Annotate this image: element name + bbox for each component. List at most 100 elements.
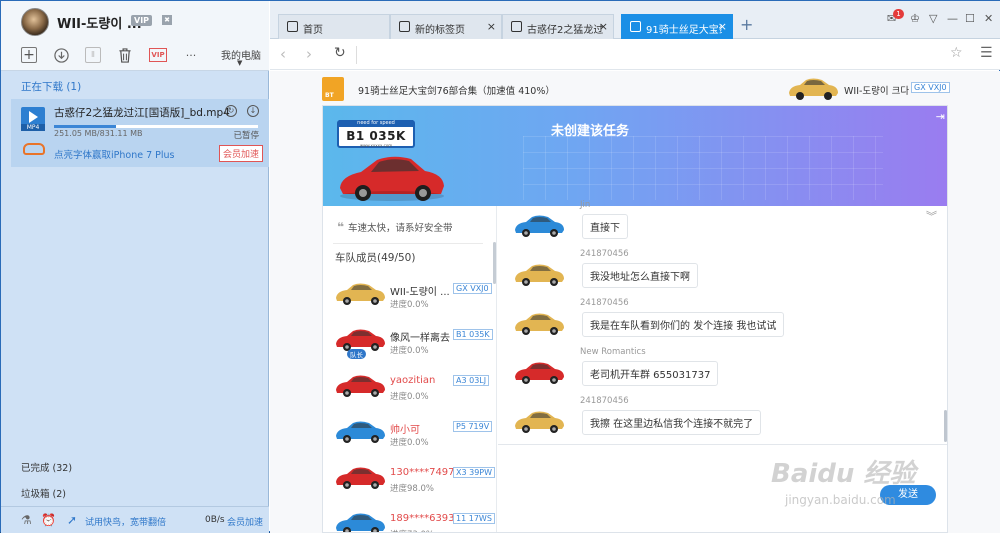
pause-button[interactable]: Ⅱ — [85, 47, 101, 63]
banner-title: 未创建该任务 — [551, 124, 630, 139]
vip-speedup-button[interactable]: 会员加速 — [218, 145, 263, 162]
member-progress: 进度73.0% — [390, 528, 434, 532]
message-sender: 241870456 — [580, 298, 629, 308]
delete-button[interactable] — [115, 45, 135, 65]
more-button[interactable]: ··· — [181, 45, 201, 65]
my-name: WII-도량이 크다 — [844, 86, 910, 97]
tab-fleet[interactable]: 91骑士丝足大宝剑... × — [621, 14, 733, 39]
new-tab-button[interactable]: + — [740, 15, 753, 34]
flask-icon[interactable]: ⚗ — [21, 513, 32, 527]
car-icon — [511, 21, 522, 32]
member-item[interactable]: yaozitian A3 03LJ 进度0.0% — [333, 368, 495, 414]
dropdown-icon[interactable]: ▽ — [929, 12, 937, 25]
member-name: 130****7497 — [390, 467, 455, 478]
member-name: yaozitian — [390, 375, 436, 386]
license-plate: need for speed B1 035K www.xxxxx.com — [337, 120, 415, 148]
member-car-icon — [333, 280, 387, 309]
tab-bar: 首页 新的标签页 × 古惑仔2之猛龙过... × 91骑士丝足大宝剑... × … — [270, 1, 1000, 39]
new-task-button[interactable]: + — [21, 47, 37, 63]
message-bubble: 直接下 — [582, 214, 628, 239]
task-title: 91骑士丝足大宝剑76部合集（加速值 410%） — [358, 86, 555, 97]
refresh-button[interactable]: ↻ — [334, 45, 346, 61]
vip-badge: VIP — [131, 15, 153, 26]
forward-button[interactable]: › — [306, 45, 312, 63]
minimize-button[interactable]: — — [947, 12, 958, 25]
user-header: WII-도량이 ... VIP ✖ + Ⅱ VIP ··· 我的电脑 ▼ — [1, 1, 269, 71]
play-icon[interactable]: ↻ — [225, 105, 237, 117]
member-progress: 进度0.0% — [390, 438, 429, 448]
shirt-icon[interactable]: ♔ — [910, 12, 920, 25]
download-item[interactable]: MP4 古惑仔2之猛龙过江[国语版]_bd.mp4 ↻ ↓ 251.05 MB/… — [11, 99, 269, 167]
mail-badge: 1 — [893, 9, 904, 19]
seatbelt-tip: ❝ 车速太快，请系好安全带 — [337, 220, 453, 234]
promo-link[interactable]: 点亮字体赢取iPhone 7 Plus — [54, 147, 175, 161]
back-button[interactable]: ‹ — [280, 45, 286, 63]
member-item[interactable]: 189****639311 17WS 进度73.0% — [333, 506, 495, 532]
member-item[interactable]: 队长 像风一样离去 B1 035K 进度0.0% — [333, 322, 495, 368]
close-icon[interactable]: × — [599, 20, 608, 33]
member-item[interactable]: WII-도량이 ... GX VXJ0 进度0.0% — [333, 276, 495, 322]
close-icon[interactable]: × — [718, 20, 727, 33]
chat-message: Jin 直接下 — [508, 200, 928, 248]
file-size: 251.05 MB/831.11 MB — [54, 129, 143, 138]
app-window: WII-도량이 ... VIP ✖ + Ⅱ VIP ··· 我的电脑 ▼ 正在下… — [0, 0, 1000, 533]
chat-scrollbar[interactable] — [944, 410, 947, 442]
page-icon — [399, 21, 410, 32]
user-name[interactable]: WII-도량이 ... — [57, 13, 142, 32]
url-input[interactable] — [356, 46, 956, 64]
alarm-icon[interactable]: ⏰ — [41, 513, 56, 527]
download-progress-bar — [54, 125, 258, 128]
vip-button[interactable]: VIP — [149, 48, 167, 62]
fleet-banner: 未创建该任务 ⇥ need for speed B1 035K www.xxxx… — [323, 106, 947, 207]
red-car-image — [337, 150, 447, 207]
sender-car-icon — [512, 261, 566, 290]
sender-car-icon — [512, 212, 566, 241]
quote-icon: ❝ — [337, 220, 345, 234]
vip-speedup-link[interactable]: 会员加速 — [227, 515, 263, 528]
bookmark-star-icon[interactable]: ☆ — [950, 45, 963, 61]
download-resume-icon[interactable]: ↓ — [247, 105, 259, 117]
car-icon — [23, 143, 45, 155]
member-plate: P5 719V — [453, 421, 493, 432]
leader-badge: 队长 — [347, 349, 366, 359]
download-icon — [53, 47, 69, 63]
close-icon[interactable]: × — [487, 20, 496, 33]
message-bubble: 我是在车队看到你们的 发个连接 我也试试 — [582, 312, 785, 337]
message-bubble: 老司机开车群 655031737 — [582, 361, 719, 386]
chat-message: 241870456 我擦 在这里边私信我个连接不就完了 — [508, 396, 928, 444]
tab-new[interactable]: 新的标签页 × — [390, 14, 502, 39]
chat-message: 241870456 我没地址怎么直接下啊 — [508, 249, 928, 297]
member-progress: 进度98.0% — [390, 484, 435, 494]
trash-item[interactable]: 垃圾箱 (2) — [21, 486, 66, 500]
message-sender: 241870456 — [580, 396, 629, 406]
maximize-button[interactable]: ☐ — [965, 12, 975, 25]
downloading-header[interactable]: 正在下载 (1) — [1, 73, 269, 99]
trial-speedup-link[interactable]: 试用快鸟，宽带翻倍 — [85, 515, 166, 528]
message-bubble: 我没地址怎么直接下啊 — [582, 263, 698, 288]
download-button[interactable] — [51, 45, 71, 65]
menu-icon[interactable]: ☰ — [980, 45, 993, 61]
my-plate: GX VXJ0 — [911, 82, 950, 93]
member-name: 帅小可 — [390, 425, 420, 436]
sender-car-icon — [512, 359, 566, 388]
bt-folder-icon: BT — [322, 77, 344, 101]
member-progress: 进度0.0% — [390, 300, 429, 310]
member-progress: 进度0.0% — [390, 392, 429, 402]
close-button[interactable]: ✕ — [984, 12, 993, 25]
message-sender: New Romantics — [580, 347, 646, 357]
exit-icon[interactable]: ⇥ — [936, 110, 945, 123]
member-item[interactable]: 帅小可 P5 719V 进度0.0% — [333, 414, 495, 460]
member-car-icon — [333, 418, 387, 447]
chevron-down-icon: ▼ — [237, 59, 243, 67]
tab-home[interactable]: 首页 — [278, 14, 390, 39]
video-file-icon: MP4 — [21, 107, 45, 131]
completed-item[interactable]: 已完成 (32) — [21, 460, 72, 474]
download-speed: 0B/s — [205, 515, 225, 525]
member-item[interactable]: 130****7497 X3 39PW 进度98.0% — [333, 460, 496, 506]
baidu-watermark-url: jingyan.baidu.com — [785, 493, 896, 507]
tab-movie[interactable]: 古惑仔2之猛龙过... × — [502, 14, 614, 39]
baidu-watermark: Baidu 经验 — [771, 459, 916, 489]
members-title: 车队成员(49/50) — [335, 252, 416, 264]
my-car-icon — [786, 75, 840, 104]
avatar[interactable] — [21, 8, 49, 36]
